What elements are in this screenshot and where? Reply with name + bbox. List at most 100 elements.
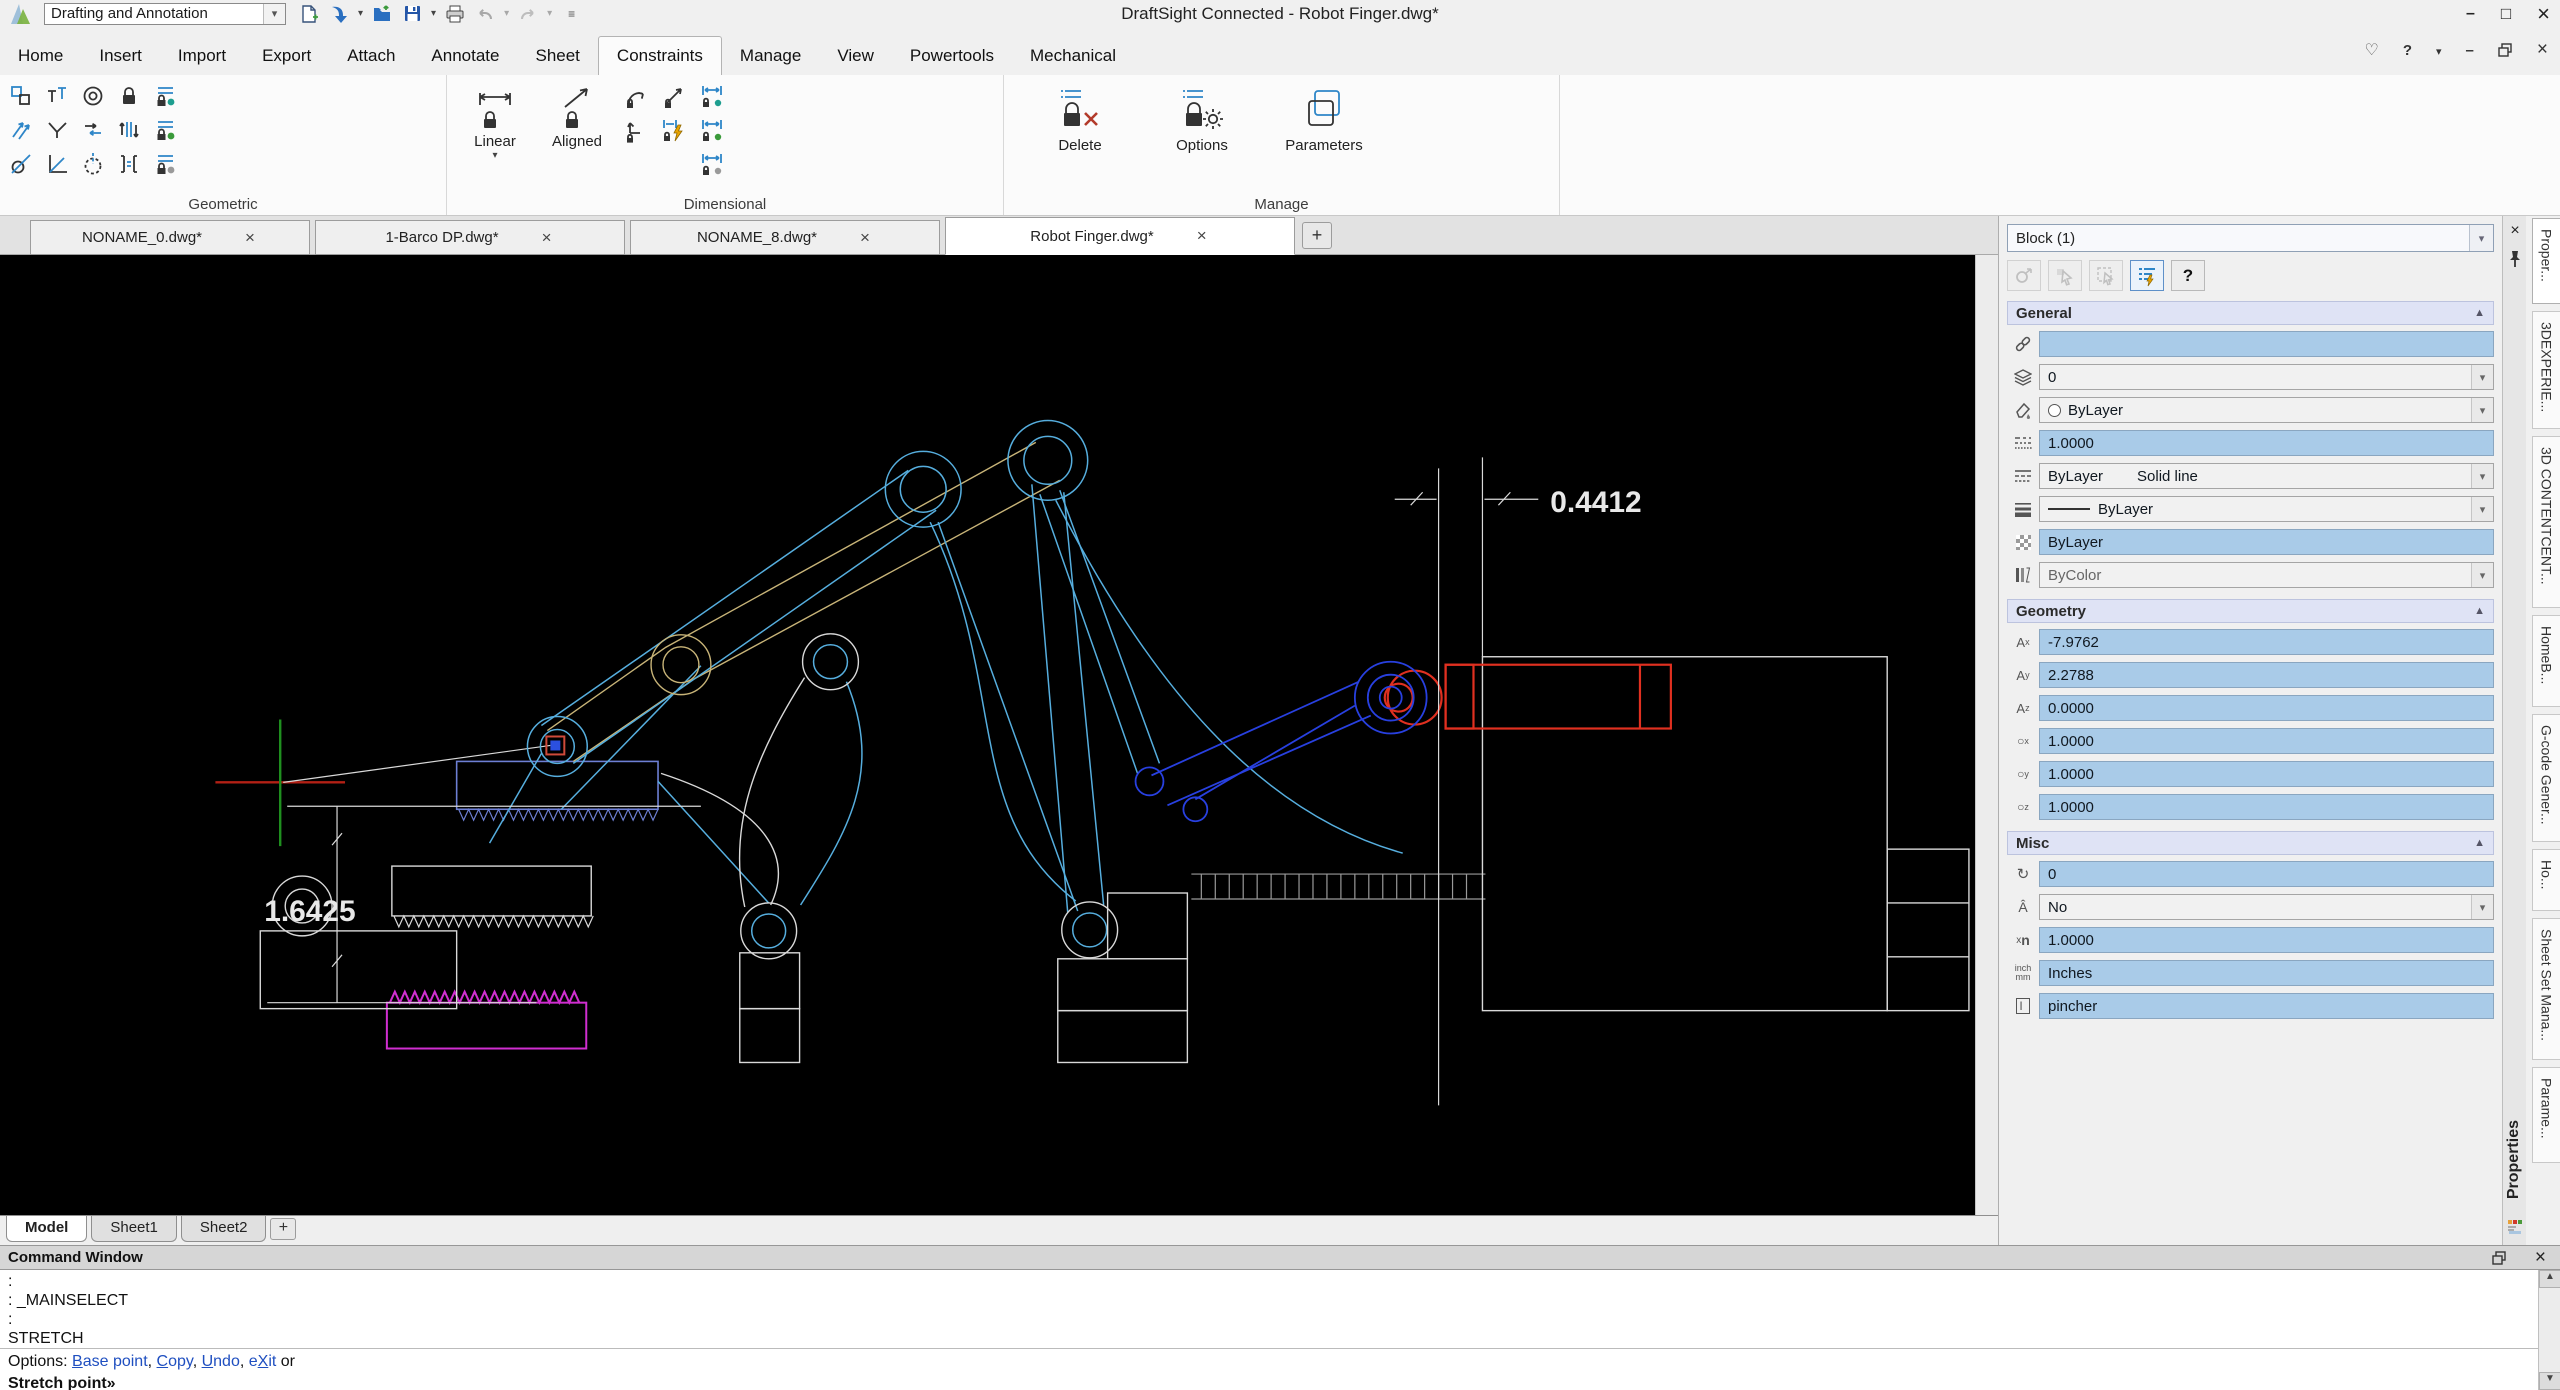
chevron-down-icon[interactable]: ▾ [2471, 365, 2493, 389]
section-general[interactable]: General ▲ [2007, 301, 2494, 325]
tab-constraints[interactable]: Constraints [597, 36, 722, 75]
constraint-coincident-icon[interactable] [8, 83, 34, 109]
constraint-lock-lines-green-icon[interactable] [152, 117, 178, 143]
angular-constraint-icon[interactable] [623, 83, 649, 109]
close-document-icon[interactable] [2537, 39, 2548, 61]
minimize-window-icon[interactable] [2466, 5, 2475, 23]
distance-constraint-green-icon[interactable] [699, 117, 725, 143]
help-button[interactable] [2171, 260, 2205, 291]
block-name-field[interactable]: pincher [2039, 993, 2494, 1019]
tab-mechanical[interactable]: Mechanical [1012, 37, 1134, 75]
units-field[interactable]: Inches [2039, 960, 2494, 986]
annotative-dropdown[interactable]: No ▾ [2039, 894, 2494, 920]
hyperlink-field[interactable] [2039, 331, 2494, 357]
scroll-up-icon[interactable]: ▲ [2539, 1270, 2560, 1288]
save-icon[interactable] [401, 3, 423, 25]
tab-view[interactable]: View [819, 37, 892, 75]
option-undo[interactable]: Undo [202, 1353, 240, 1370]
transparency-field[interactable]: ByLayer [2039, 529, 2494, 555]
position-z-field[interactable]: 0.0000 [2039, 695, 2494, 721]
palette-tab-3dexperience[interactable]: 3DEXPERIE... [2532, 311, 2560, 429]
unit-factor-field[interactable]: 1.0000 [2039, 927, 2494, 953]
tab-insert[interactable]: Insert [81, 37, 160, 75]
close-tab-icon[interactable] [539, 228, 555, 248]
palette-tab-homebyme[interactable]: HomeB... [2532, 615, 2560, 707]
constraint-equal-icon[interactable] [116, 151, 142, 177]
drawing-canvas[interactable]: 1.6425 0.4412 [0, 255, 1975, 1215]
close-tab-icon[interactable] [857, 228, 873, 248]
help-icon[interactable] [2403, 42, 2412, 59]
option-base-point[interactable]: Base point [72, 1353, 148, 1370]
chevron-down-icon[interactable]: ▾ [431, 8, 436, 19]
option-exit[interactable]: eXit [249, 1353, 277, 1370]
float-panel-icon[interactable] [2492, 1250, 2507, 1265]
close-window-icon[interactable] [2537, 1, 2550, 27]
chevron-down-icon[interactable] [2436, 42, 2442, 59]
constraint-parallel-icon[interactable] [8, 117, 34, 143]
palette-tab-3d-contentcentral[interactable]: 3D CONTENTCENT... [2532, 436, 2560, 608]
delete-constraint-button[interactable]: Delete [1034, 81, 1126, 154]
pin-icon[interactable] [2507, 250, 2523, 268]
parameters-manager-button[interactable]: Parameters [1278, 81, 1370, 154]
layer-dropdown[interactable]: 0 ▾ [2039, 364, 2494, 390]
command-history[interactable]: : : _MAINSELECT : STRETCH [0, 1270, 2538, 1349]
tab-annotate[interactable]: Annotate [413, 37, 517, 75]
constraint-fix-icon[interactable] [116, 83, 142, 109]
close-tab-icon[interactable] [1194, 226, 1210, 246]
document-tab-robot-finger[interactable]: Robot Finger.dwg* [945, 217, 1295, 255]
constraint-tangent-icon[interactable] [8, 151, 34, 177]
palette-tab-home[interactable]: Ho... [2532, 849, 2560, 911]
collapse-icon[interactable]: ▲ [2474, 307, 2485, 319]
scale-x-field[interactable]: 1.0000 [2039, 728, 2494, 754]
line-color-dropdown[interactable]: ByLayer ▾ [2039, 397, 2494, 423]
constraint-lock-lines-gray-icon[interactable] [152, 151, 178, 177]
close-tab-icon[interactable] [242, 228, 258, 248]
scale-y-field[interactable]: 1.0000 [2039, 761, 2494, 787]
new-document-tab-button[interactable]: + [1302, 222, 1332, 249]
chevron-down-icon[interactable]: ▾ [2469, 225, 2493, 251]
chevron-down-icon[interactable]: ▾ [358, 8, 363, 19]
open-icon[interactable] [371, 3, 393, 25]
maximize-window-icon[interactable] [2501, 4, 2511, 24]
constraint-options-button[interactable]: Options [1156, 81, 1248, 154]
sheet-tab-model[interactable]: Model [6, 1216, 88, 1242]
canvas-scrollbar[interactable] [1975, 255, 1998, 1215]
palette-tab-sheet-set-manager[interactable]: Sheet Set Mana... [2532, 918, 2560, 1060]
line-style-dropdown[interactable]: ByLayer Solid line ▾ [2039, 463, 2494, 489]
selection-type-dropdown[interactable]: Block (1) ▾ [2007, 224, 2494, 252]
quick-properties-toggle[interactable] [2130, 260, 2164, 291]
constraint-concentric-icon[interactable] [80, 83, 106, 109]
linetype-scale-field[interactable]: 1.0000 [2039, 430, 2494, 456]
tab-attach[interactable]: Attach [329, 37, 413, 75]
tab-export[interactable]: Export [244, 37, 329, 75]
command-window-header[interactable]: Command Window [0, 1245, 2560, 1270]
close-panel-icon[interactable] [2503, 222, 2527, 240]
constraint-vertical-icon[interactable] [116, 117, 142, 143]
palette-tab-properties[interactable]: Proper... [2532, 218, 2560, 304]
aligned-dimension-button[interactable]: Aligned [541, 81, 613, 177]
tab-sheet[interactable]: Sheet [517, 37, 597, 75]
customize-toolbar-icon[interactable]: ≡ [560, 3, 582, 25]
chevron-down-icon[interactable]: ▾ [2471, 895, 2493, 919]
collapse-icon[interactable]: ▲ [2474, 605, 2485, 617]
scale-z-field[interactable]: 1.0000 [2039, 794, 2494, 820]
command-prompt[interactable]: Stretch point» [8, 1375, 116, 1390]
collapse-icon[interactable]: ▲ [2474, 837, 2485, 849]
float-windows-icon[interactable] [2498, 43, 2513, 57]
scroll-down-icon[interactable]: ▼ [2539, 1372, 2560, 1390]
document-tab-noname0[interactable]: NONAME_0.dwg* [30, 220, 310, 255]
command-scrollbar[interactable]: ▲ ▼ [2538, 1270, 2560, 1390]
distance-constraint-gray-icon[interactable] [699, 151, 725, 177]
chevron-down-icon[interactable]: ▾ [263, 3, 285, 24]
line-weight-dropdown[interactable]: ByLayer ▾ [2039, 496, 2494, 522]
tab-import[interactable]: Import [160, 37, 244, 75]
section-geometry[interactable]: Geometry ▲ [2007, 599, 2494, 623]
workspace-selector[interactable]: Drafting and Annotation ▾ [44, 2, 286, 25]
document-tab-noname8[interactable]: NONAME_8.dwg* [630, 220, 940, 255]
smart-dimension-icon[interactable] [661, 117, 687, 143]
linear-dimension-button[interactable]: Linear ▾ [459, 81, 531, 177]
sheet-tab-sheet1[interactable]: Sheet1 [91, 1216, 177, 1242]
tab-home[interactable]: Home [0, 37, 81, 75]
distance-constraint-teal-icon[interactable] [699, 83, 725, 109]
chevron-down-icon[interactable]: ▾ [2471, 497, 2493, 521]
